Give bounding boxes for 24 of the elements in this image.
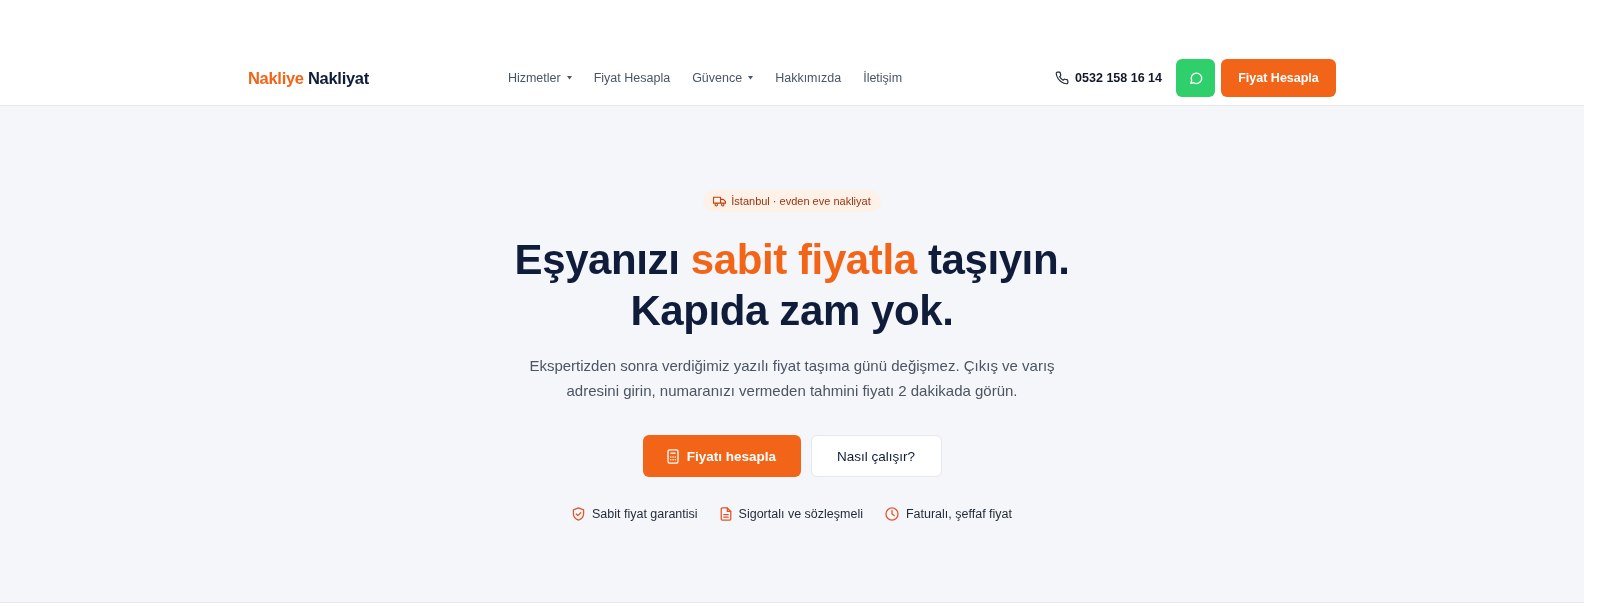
chat-button[interactable] (1176, 59, 1215, 97)
nav-link[interactable]: Güvence (692, 71, 754, 85)
caret-icon (748, 76, 754, 80)
truck-icon (713, 195, 727, 207)
phone-link[interactable]: 0532 158 16 14 (1055, 71, 1162, 85)
feature-text: Sigortalı ve sözleşmeli (738, 507, 863, 521)
hero-heading: Eşyanızı sabit fiyatla taşıyın. Kapıda zam yok. (514, 235, 1070, 336)
caret-icon (566, 76, 572, 80)
feature-text: Faturalı, şeffaf fiyat (905, 507, 1012, 521)
logo[interactable]: Nakliye Nakliyat (248, 68, 369, 88)
document-icon (719, 507, 732, 521)
feature-text: Sabit fiyat garantisi (591, 507, 698, 521)
nav-link[interactable]: İletişim (863, 71, 903, 85)
nav-link[interactable]: Hakkımızda (775, 71, 842, 85)
how-it-works-button[interactable]: Nasıl çalışır? (810, 435, 942, 477)
nav-link[interactable]: Fiyat Hesapla (593, 71, 671, 85)
chat-bubble-icon (1188, 71, 1203, 85)
nav-link[interactable]: Hizmetler (507, 71, 572, 85)
shield-check-icon (571, 507, 585, 521)
clock-icon (884, 507, 899, 521)
hero-description: Ekspertizden sonra verdiğimiz yazılı fiyat taşıma günü değişmez. Çıkış ve varış adresini girin, numaranızı vermeden tahmini fiyatı 2 dakikada görün. (528, 356, 1056, 401)
phone-icon (1055, 71, 1070, 85)
calculator-icon (666, 448, 679, 464)
badge-text: İstanbul · evden eve nakliyat (731, 195, 871, 207)
